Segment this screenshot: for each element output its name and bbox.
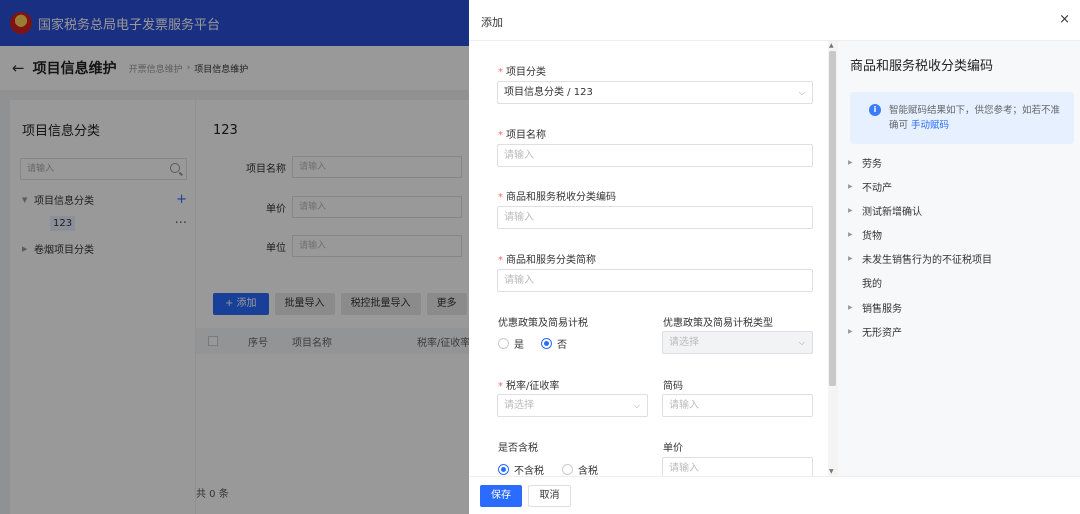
name-label: * 项目名称 [498, 130, 546, 141]
preferential-type-select: 请选择 ⌵ [662, 331, 813, 354]
info-icon: i [869, 104, 881, 116]
scroll-up-icon[interactable]: ▲ [829, 42, 834, 49]
drawer-header: 添加 × [469, 0, 1080, 41]
tax-code-panel-title: 商品和服务税收分类编码 [850, 59, 994, 74]
caret-right-icon: ▶ [848, 207, 853, 214]
drawer-footer: 保存 取消 [469, 476, 1080, 514]
category-select[interactable]: 项目信息分类 / 123 ⌵ [497, 81, 813, 104]
manual-coding-link[interactable]: 手动赋码 [911, 120, 949, 131]
save-button[interactable]: 保存 [480, 485, 522, 507]
add-project-form: * 项目分类 项目信息分类 / 123 ⌵ * 项目名称 请输入 * 商品和服务税收分… [469, 41, 829, 476]
short-name-label: * 商品和服务分类简称 [498, 255, 596, 266]
preferential-type-label: 优惠政策及简易计税类型 [663, 318, 773, 329]
tax-code-label: * 商品和服务税收分类编码 [498, 192, 616, 203]
short-code-label: 简码 [663, 381, 683, 392]
radio-circle[interactable] [498, 338, 509, 349]
preferential-yes-radio[interactable]: 是 [498, 336, 524, 351]
cancel-button[interactable]: 取消 [528, 485, 571, 507]
chevron-down-icon: ⌵ [633, 401, 640, 410]
add-project-drawer: 添加 × * 项目分类 项目信息分类 / 123 ⌵ * 项目名称 请输入 * 商品和… [469, 0, 1080, 514]
category-item[interactable]: ▶ 销售服务 [848, 300, 902, 315]
chevron-down-icon: ⌵ [798, 88, 805, 97]
caret-right-icon: ▶ [848, 231, 853, 238]
tax-code-panel: 商品和服务税收分类编码 i 智能赋码结果如下，供您参考；如若不准确可 手动赋码 … [838, 41, 1080, 514]
tip-text: 智能赋码结果如下，供您参考；如若不准确可 手动赋码 [889, 105, 1061, 131]
chevron-down-icon: ⌵ [798, 338, 805, 347]
preferential-no-radio[interactable]: 否 [541, 336, 567, 351]
short-name-input[interactable]: 请输入 [497, 269, 813, 292]
price-input[interactable]: 请输入 [662, 457, 813, 476]
short-code-input[interactable]: 请输入 [662, 394, 813, 417]
tax-rate-label: * 税率/征收率 [498, 381, 560, 392]
category-item[interactable]: ▶ 测试新增确认 [848, 203, 922, 218]
preferential-label: 优惠政策及简易计税 [498, 318, 588, 329]
radio-circle-selected[interactable] [541, 338, 552, 349]
tax-rate-select[interactable]: 请选择 ⌵ [497, 394, 648, 417]
category-item[interactable]: ▶ 货物 [848, 227, 882, 242]
tax-included-radio[interactable]: 含税 [562, 462, 598, 476]
category-item[interactable]: ▶ 无形资产 [848, 324, 902, 339]
radio-circle[interactable] [562, 464, 573, 475]
category-item[interactable]: ▶ 未发生销售行为的不征税项目 [848, 251, 992, 266]
caret-right-icon: ▶ [848, 159, 853, 166]
caret-right-icon: ▶ [848, 304, 853, 311]
drawer-title: 添加 [481, 16, 503, 29]
category-item[interactable]: ▶ 不动产 [848, 179, 892, 194]
category-value: 项目信息分类 / 123 [504, 87, 593, 98]
form-scrollbar[interactable]: ▲ ▼ [828, 41, 838, 476]
caret-right-icon: ▶ [848, 328, 853, 335]
tax-excluded-radio[interactable]: 不含税 [498, 462, 544, 476]
tax-included-label: 是否含税 [498, 443, 538, 454]
close-icon[interactable]: × [1059, 12, 1070, 27]
category-item[interactable]: 我的 [848, 275, 882, 290]
radio-circle-selected[interactable] [498, 464, 509, 475]
project-name-input[interactable]: 请输入 [497, 144, 813, 167]
smart-coding-tip: i 智能赋码结果如下，供您参考；如若不准确可 手动赋码 [850, 92, 1074, 144]
category-label: * 项目分类 [498, 67, 546, 78]
caret-right-icon: ▶ [848, 255, 853, 262]
scroll-down-icon[interactable]: ▼ [829, 468, 834, 475]
tax-code-input[interactable]: 请输入 [497, 206, 813, 229]
scrollbar-thumb[interactable] [829, 51, 836, 386]
caret-right-icon: ▶ [848, 183, 853, 190]
category-item[interactable]: ▶ 劳务 [848, 155, 882, 170]
price-label: 单价 [663, 443, 683, 454]
